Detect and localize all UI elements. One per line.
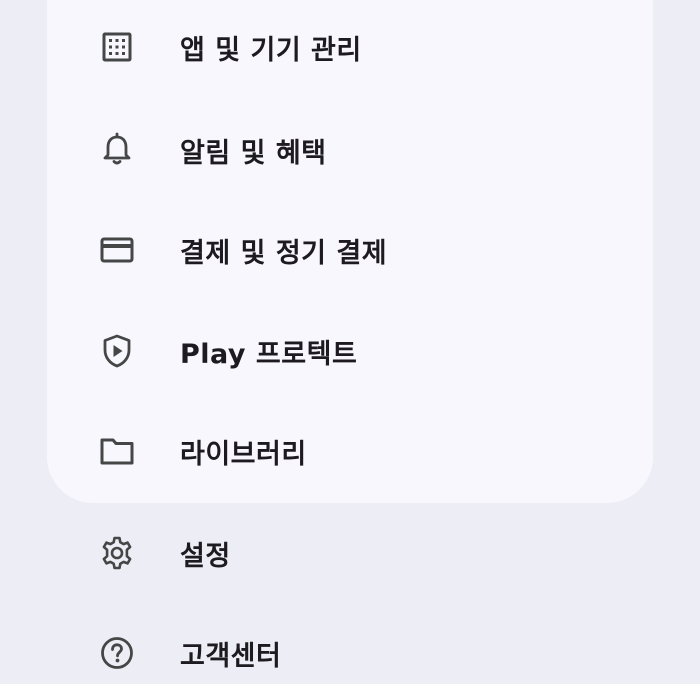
- menu-item-label: 앱 및 기기 관리: [180, 34, 362, 66]
- menu-item-library[interactable]: 라이브러리: [0, 401, 700, 501]
- account-menu-page: 앱 및 기기 관리 알림 및 혜택 결제 및 정기 결제 Play 프로텍트 라…: [0, 0, 700, 684]
- apps-grid-icon: [97, 27, 137, 67]
- menu-item-label: 알림 및 혜택: [180, 137, 327, 169]
- menu-item-notifications[interactable]: 알림 및 혜택: [0, 100, 700, 200]
- play-protect-shield-icon: [97, 331, 137, 371]
- bell-icon: [97, 130, 137, 170]
- menu-item-label: 라이브러리: [180, 438, 307, 470]
- menu-item-payments[interactable]: 결제 및 정기 결제: [0, 200, 700, 300]
- credit-card-icon: [97, 230, 137, 270]
- menu-item-play-protect[interactable]: Play 프로텍트: [0, 301, 700, 401]
- menu-item-settings[interactable]: 설정: [0, 503, 700, 603]
- menu-item-label: 결제 및 정기 결제: [180, 237, 388, 269]
- folder-icon: [97, 431, 137, 471]
- menu-item-label: 설정: [180, 540, 231, 572]
- menu-item-label: 고객센터: [180, 640, 282, 672]
- menu-item-manage-apps[interactable]: 앱 및 기기 관리: [0, 0, 700, 97]
- menu-item-label: Play 프로텍트: [180, 338, 358, 370]
- gear-icon: [97, 533, 137, 573]
- help-circle-icon: [97, 633, 137, 673]
- menu-item-help[interactable]: 고객센터: [0, 603, 700, 684]
